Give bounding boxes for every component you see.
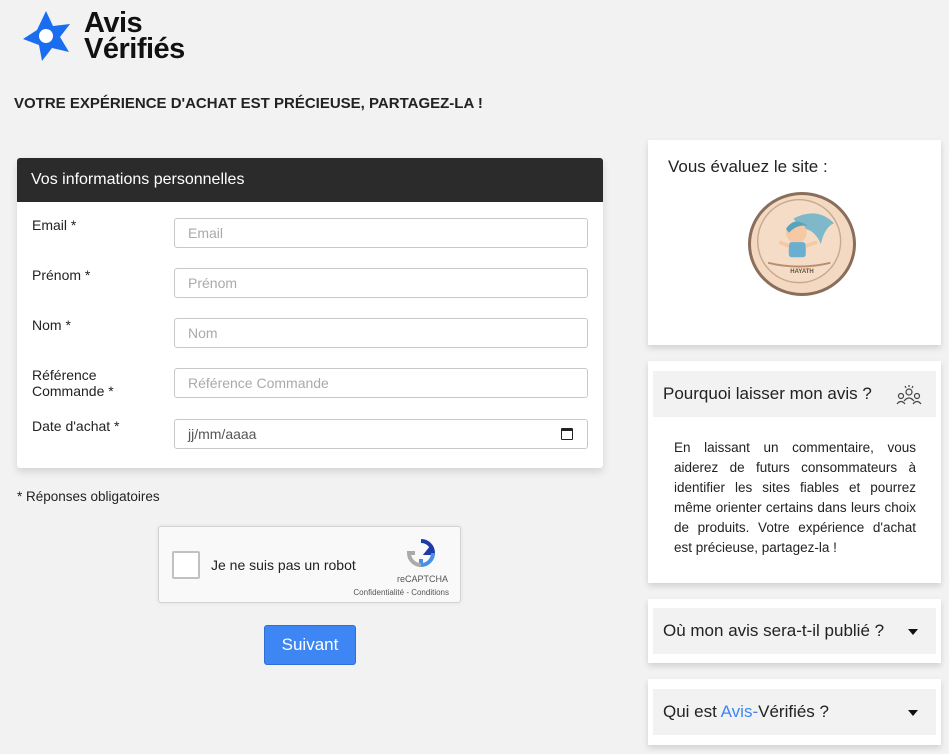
recaptcha-brand: reCAPTCHA [396, 574, 448, 584]
email-field[interactable] [174, 218, 588, 248]
recaptcha-icon [406, 539, 436, 568]
personal-info-form: Vos informations personnelles Email * Pr… [17, 158, 603, 468]
page-headline: VOTRE EXPÉRIENCE D'ACHAT EST PRÉCIEUSE, … [14, 95, 483, 112]
firstname-label: Prénom * [32, 267, 91, 283]
logo-wordmark: Avis Vérifiés [84, 9, 185, 65]
who-is-avis-header[interactable]: Qui est Avis-Vérifiés ? [653, 689, 936, 735]
calendar-icon[interactable] [561, 428, 573, 440]
order-reference-field[interactable] [174, 368, 588, 398]
order-reference-label: Référence Commande * [32, 367, 114, 399]
why-review-header: Pourquoi laisser mon avis ? [653, 371, 936, 417]
who-is-avis-card[interactable]: Qui est Avis-Vérifiés ? [648, 679, 941, 745]
email-label: Email * [32, 217, 77, 233]
required-note: * Réponses obligatoires [17, 489, 160, 504]
why-review-title: Pourquoi laisser mon avis ? [663, 384, 872, 403]
why-review-text: En laissant un commentaire, vous aiderez… [674, 440, 916, 555]
avis-verifies-logo[interactable]: Avis Vérifiés [18, 8, 185, 64]
form-title: Vos informations personnelles [17, 158, 603, 202]
evaluated-site-card: Vous évaluez le site : HAYATH [648, 140, 941, 345]
where-published-title: Où mon avis sera-t-il publié ? [663, 621, 885, 640]
where-published-card[interactable]: Où mon avis sera-t-il publié ? [648, 599, 941, 663]
chevron-down-icon [908, 710, 918, 716]
who-title-prefix: Qui est [663, 702, 721, 721]
lastname-label: Nom * [32, 317, 71, 333]
site-logo: HAYATH [748, 192, 856, 296]
chevron-down-icon [908, 629, 918, 635]
purchase-date-field[interactable]: jj/mm/aaaa [174, 419, 588, 449]
star-logo-icon [23, 11, 70, 61]
evaluated-site-title: Vous évaluez le site : [668, 157, 828, 176]
recaptcha-links[interactable]: Confidentialité - Conditions [353, 588, 449, 597]
recaptcha-widget: Je ne suis pas un robot reCAPTCHA Confid… [158, 526, 461, 603]
site-logo-illustration [757, 199, 842, 284]
lastname-field[interactable] [174, 318, 588, 348]
who-title-accent: Avis- [720, 702, 759, 721]
recaptcha-checkbox[interactable] [172, 551, 200, 579]
site-logo-text: HAYATH [790, 269, 814, 275]
who-title-suffix: Vérifiés ? [758, 702, 829, 721]
where-published-header[interactable]: Où mon avis sera-t-il publié ? [653, 608, 936, 654]
date-placeholder: jj/mm/aaaa [188, 426, 257, 442]
people-group-icon [896, 385, 922, 405]
recaptcha-label: Je ne suis pas un robot [211, 557, 356, 573]
firstname-field[interactable] [174, 268, 588, 298]
next-button[interactable]: Suivant [264, 625, 356, 665]
why-review-card: Pourquoi laisser mon avis ? En laissant … [648, 361, 941, 583]
logo-line-2: Vérifiés [84, 33, 185, 65]
purchase-date-label: Date d'achat * [32, 418, 120, 434]
